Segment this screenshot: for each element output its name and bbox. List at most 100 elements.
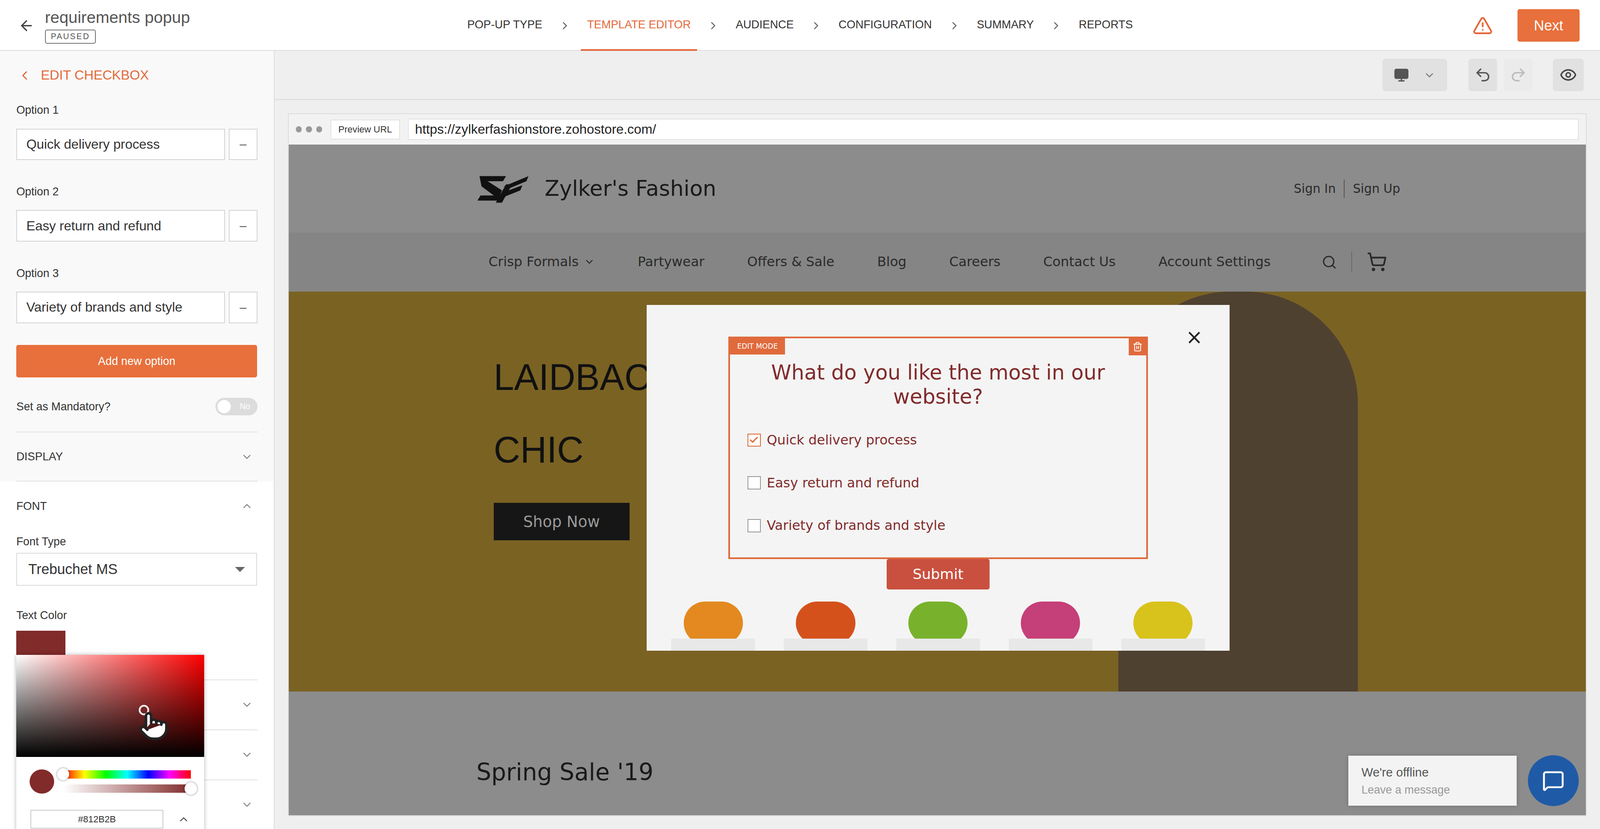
back-chevron-icon[interactable] (17, 68, 32, 83)
steps: POP-UP TYPE TEMPLATE EDITOR AUDIENCE CONFIG… (461, 0, 1140, 51)
hand-pointer-icon (138, 710, 169, 742)
remove-option-button[interactable]: – (228, 291, 258, 324)
choice-label: Variety of brands and style (766, 515, 946, 536)
window-dot (316, 126, 323, 133)
popup-close[interactable]: × (1185, 325, 1203, 350)
nav-item[interactable]: Partywear (637, 252, 705, 273)
choice-list: Quick delivery process Easy return and re… (730, 429, 1147, 538)
nav-item[interactable]: Account Settings (1158, 252, 1271, 273)
search-icon[interactable] (1321, 254, 1338, 270)
text-color-swatch[interactable] (16, 630, 66, 657)
section-header[interactable]: DISPLAY (16, 432, 258, 482)
step-tab[interactable]: POP-UP TYPE (461, 0, 549, 51)
format-toggle-icon[interactable] (177, 813, 190, 826)
alpha-thumb[interactable] (184, 782, 197, 795)
dropdown-chevron-icon (1423, 69, 1436, 82)
hue-slider[interactable] (63, 770, 191, 779)
undo-icon (1474, 66, 1492, 84)
window-dot (295, 126, 303, 133)
chat-message[interactable]: We're offlineLeave a message (1348, 755, 1517, 806)
nav-item[interactable]: Careers (949, 252, 1001, 273)
choice-checkbox[interactable] (747, 476, 761, 490)
warning-icon[interactable] (1472, 15, 1493, 36)
undo-button[interactable] (1468, 58, 1498, 92)
redo-button[interactable] (1504, 58, 1533, 92)
option-list: Option 1Quick delivery process–Option 2E… (16, 102, 258, 324)
remove-option-button[interactable]: – (228, 128, 258, 161)
chevron-down-icon (240, 748, 253, 761)
device-dropdown[interactable] (1382, 58, 1447, 92)
choice-label: Easy return and refund (766, 473, 920, 494)
choice-checkbox[interactable] (747, 519, 761, 533)
step-tab[interactable]: TEMPLATE EDITOR (580, 0, 697, 51)
panel-header[interactable]: EDIT CHECKBOX (16, 50, 258, 100)
top-actions: Next (1138, 9, 1600, 42)
remove-option-button[interactable]: – (228, 210, 258, 242)
trash-icon (1132, 341, 1143, 352)
shop-now-button[interactable]: Shop Now (493, 502, 630, 541)
choice-row[interactable]: Variety of brands and style (747, 514, 1147, 538)
next-button[interactable]: Next (1517, 9, 1580, 42)
section-label: DISPLAY (16, 448, 63, 465)
step-chevron-icon (810, 19, 823, 32)
preview-button[interactable] (1552, 58, 1584, 92)
plant (671, 601, 755, 651)
option-field: Option 2Easy return and refund– (16, 184, 258, 242)
chevron-up-icon (240, 500, 253, 513)
choice-checkbox[interactable] (747, 433, 761, 448)
option-input[interactable]: Quick delivery process (16, 128, 225, 161)
step-tab[interactable]: REPORTS (1072, 0, 1139, 51)
editor-toolbar (274, 50, 1600, 100)
mandatory-toggle[interactable]: No (215, 397, 258, 416)
nav-item[interactable]: Contact Us (1043, 252, 1116, 273)
plant-pot (783, 638, 868, 651)
font-type-value: Trebuchet MS (28, 558, 118, 580)
option-row: Quick delivery process– (16, 128, 258, 161)
cart-icon[interactable] (1366, 251, 1388, 273)
submit-button[interactable]: Submit (886, 559, 990, 590)
choice-row[interactable]: Quick delivery process (747, 429, 1147, 452)
color-picker: #812B2B (16, 655, 205, 829)
section-header[interactable]: FONT (16, 481, 258, 531)
hero-headline: LAIDBACCHIC (493, 355, 651, 473)
font-type-select[interactable]: Trebuchet MS (16, 552, 258, 586)
plant-pot (671, 638, 755, 651)
window-dot (305, 126, 313, 133)
choice-row[interactable]: Easy return and refund (747, 471, 1147, 495)
url-field[interactable]: https://zylkerfashionstore.zohostore.com… (407, 118, 1579, 141)
option-input[interactable]: Easy return and refund (16, 210, 225, 242)
nav-item[interactable]: Crisp Formals (488, 252, 595, 273)
nav-item[interactable]: Offers & Sale (747, 252, 835, 273)
alpha-slider[interactable] (63, 784, 191, 793)
auth-link[interactable]: Sign Up (1344, 179, 1400, 198)
saturation-area[interactable] (16, 655, 205, 758)
back-arrow-icon[interactable] (18, 17, 35, 34)
add-option-button[interactable]: Add new option (16, 345, 258, 378)
option-label: Option 1 (16, 102, 258, 118)
nav-item[interactable]: Blog (877, 252, 907, 273)
desktop-icon (1393, 67, 1410, 83)
history-group (1468, 58, 1533, 92)
saturation-cursor[interactable] (138, 705, 149, 715)
option-label: Option 3 (16, 266, 258, 281)
chat-button[interactable] (1527, 755, 1579, 807)
brand-name: Zylker's Fashion (544, 172, 717, 205)
popup-title: requirements popup (45, 7, 190, 28)
text-color-label: Text Color (16, 608, 258, 623)
section-title: Spring Sale '19 (476, 758, 654, 786)
edit-box[interactable]: EDIT MODEWhat do you like the most in ou… (728, 336, 1148, 560)
preview-frame: Preview URLhttps://zylkerfashionstore.zo… (287, 113, 1588, 817)
plant-pot (1008, 638, 1093, 651)
option-input[interactable]: Variety of brands and style (16, 291, 225, 324)
hex-input[interactable]: #812B2B (30, 810, 163, 829)
step-tab[interactable]: SUMMARY (970, 0, 1040, 51)
auth-link[interactable]: Sign In (1293, 179, 1345, 198)
auth-links: Sign InSign Up (1293, 179, 1400, 198)
site-logo[interactable]: Zylker's Fashion (475, 172, 717, 205)
step-tab[interactable]: AUDIENCE (729, 0, 800, 51)
site-nav: Crisp Formals Partywear Offers & Sale Blog C… (288, 232, 1587, 292)
hue-thumb[interactable] (57, 768, 70, 781)
color-preview (29, 769, 55, 795)
delete-block-button[interactable] (1128, 338, 1147, 356)
step-tab[interactable]: CONFIGURATION (832, 0, 938, 51)
